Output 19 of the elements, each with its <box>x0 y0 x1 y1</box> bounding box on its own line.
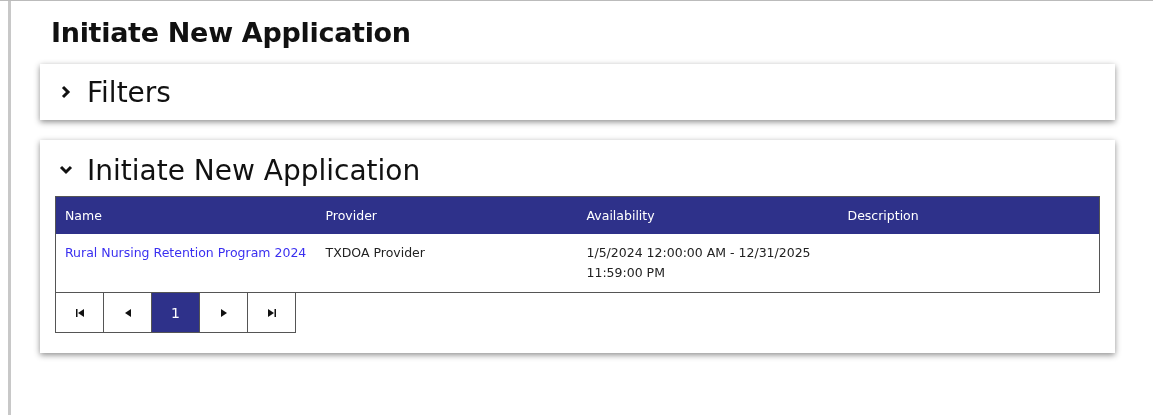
page-number-button[interactable]: 1 <box>151 293 200 333</box>
first-page-icon <box>75 308 84 317</box>
page-title: Initiate New Application <box>51 17 412 48</box>
program-link[interactable]: Rural Nursing Retention Program 2024 <box>65 245 307 260</box>
last-page-icon <box>267 308 276 317</box>
chevron-right-icon <box>59 85 73 99</box>
column-header: Description <box>838 196 1100 234</box>
first-page-button[interactable] <box>55 293 104 333</box>
table-cell: 1/5/2024 12:00:00 AM - 12/31/2025 11:59:00 PM <box>577 234 839 293</box>
column-header: Availability <box>577 196 839 234</box>
panel-toggle[interactable]: Initiate New Application <box>55 140 421 196</box>
next-page-icon <box>220 308 227 317</box>
chevron-down-icon <box>59 163 73 177</box>
last-page-button[interactable] <box>247 293 296 333</box>
column-header: Name <box>55 196 317 234</box>
previous-page-icon <box>124 308 131 317</box>
column-header: Provider <box>316 196 578 234</box>
panel-toggle[interactable]: Filters <box>55 64 171 120</box>
table-cell: TXDOA Provider <box>316 234 578 293</box>
